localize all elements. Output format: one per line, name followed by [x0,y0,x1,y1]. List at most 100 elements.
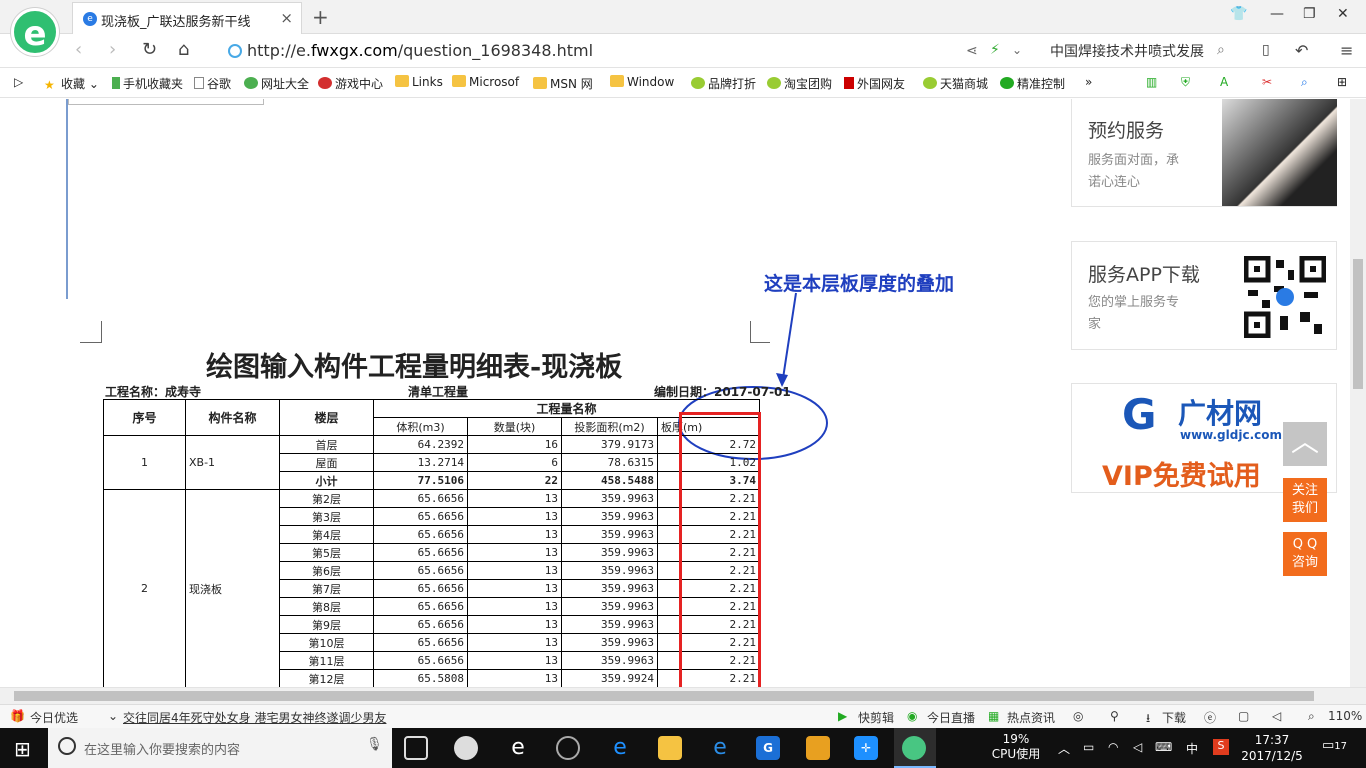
home-icon[interactable]: ⌂ [178,39,189,60]
bookmark-tmall[interactable]: 天猫商城 [923,75,988,92]
back-to-top-button[interactable]: ︿ [1283,422,1327,466]
notification-center-icon[interactable]: ▭17 [1322,738,1347,753]
area-cell: 359.9963 [561,561,658,580]
hot-news-link[interactable]: 热点资讯 [1007,709,1055,726]
battery-icon[interactable]: ▭ [1083,740,1094,754]
glodon-g-icon[interactable]: G [756,736,780,760]
pin-icon[interactable]: ⚲ [1110,709,1119,723]
forward-arrow-icon[interactable]: › [109,39,116,60]
tab-close-icon[interactable]: × [280,9,293,27]
tray-up-arrow-icon[interactable]: ︿ [1058,740,1070,757]
horizontal-scrollbar[interactable] [0,687,1366,704]
bookmark-precise[interactable]: 精准控制 [1000,75,1065,92]
volume-icon[interactable]: ◁ [1133,740,1142,754]
bookmark-windows[interactable]: Window [610,75,674,89]
share-icon[interactable]: ⋖ [966,43,978,59]
download-icon[interactable]: ⭳ [1146,709,1150,730]
bookmark-mobile[interactable]: 手机收藏夹 [112,75,183,92]
qq-consult-button[interactable]: Q Q 咨询 [1283,532,1327,576]
keyboard-icon[interactable]: ⌨ [1155,740,1172,754]
horizontal-scroll-thumb[interactable] [14,691,1314,701]
chat-icon [1000,77,1014,89]
sogou-icon[interactable]: S [1213,739,1229,755]
bookmark-foreign[interactable]: 外国网友 [844,75,905,92]
bookmark-taobao[interactable]: 淘宝团购 [767,75,832,92]
sound-icon[interactable]: ◁ [1272,709,1281,723]
vertical-scrollbar[interactable] [1350,99,1366,687]
cpu-meter[interactable]: 19% CPU使用 [986,732,1046,762]
count-cell: 13 [467,633,562,652]
apps-grid-icon[interactable]: ⊞ [1337,75,1347,89]
scissors-icon[interactable]: ✂ [1262,75,1272,89]
edge-icon[interactable]: e [608,736,632,760]
bookmark-games[interactable]: 游戏中心 [318,75,383,92]
close-window-button[interactable]: ✕ [1337,6,1349,22]
search-icon[interactable]: ⌕ [1301,75,1308,90]
new-tab-button[interactable]: + [312,5,329,29]
windows-start-icon[interactable]: ⊞ [14,737,31,761]
shield-icon[interactable]: ⛨ [1181,75,1190,90]
translate-icon[interactable]: A [1220,75,1228,89]
today-picks-link[interactable]: 今日优选 [30,709,78,726]
ime-indicator[interactable]: 中 [1186,740,1198,757]
download-link[interactable]: 下载 [1162,709,1186,726]
floor-cell: 第5层 [279,543,374,562]
more-bookmarks-icon[interactable]: » [1085,75,1092,89]
vertical-scroll-thumb[interactable] [1353,259,1363,389]
folder-icon [610,75,624,87]
live-link[interactable]: 今日直播 [927,709,975,726]
follow-us-button[interactable]: 关注 我们 [1283,478,1327,522]
search-input[interactable]: 中国焊接技术井喷式发展 [1050,41,1204,61]
clock[interactable]: 17:37 2017/12/5 [1236,732,1308,764]
back-arrow-icon[interactable]: ‹ [75,39,82,60]
zoom-icon[interactable]: ⌕ [1308,709,1315,724]
gift-icon[interactable]: 🎁 [10,709,25,723]
restore-button[interactable]: ❐ [1303,6,1316,22]
volume-cell: 13.2714 [373,453,468,472]
bookmark-sites[interactable]: 网址大全 [244,75,309,92]
swirl-app-icon[interactable] [556,736,580,760]
bookmark-google[interactable]: 谷歌 [194,75,231,92]
bookmark-msn[interactable]: MSN 网 [533,75,593,92]
browser-e-icon[interactable]: e [506,736,530,760]
window-icon[interactable]: ▢ [1238,709,1249,723]
search-icon[interactable]: ⌕ [1217,42,1225,58]
app-download-card[interactable]: 服务APP下载 您的掌上服务专 家 [1071,241,1337,350]
sidebar-toggle-icon[interactable]: ▷ [14,75,23,89]
minimize-button[interactable]: — [1270,6,1284,22]
speed-icon[interactable]: ◎ [1073,709,1083,723]
url-field[interactable]: http://e.fwxgx.com/question_1698348.html [247,41,593,60]
ie-icon[interactable]: ⓔ [1204,709,1216,726]
browser-tab[interactable]: e 现浇板_广联达服务新干线 × [72,2,302,34]
task-view-icon[interactable] [404,736,428,760]
chevron-down-icon[interactable]: ⌄ [108,709,118,723]
address-bar: ‹ › ↻ ⌂ http://e.fwxgx.com/question_1698… [0,34,1366,68]
folder-icon [533,77,547,89]
chevron-down-icon[interactable]: ⌄ [1012,43,1022,57]
taskbar-search-input[interactable]: 在这里输入你要搜索的内容 🎙 [48,728,392,768]
browser-logo-icon[interactable]: e [11,8,59,56]
file-explorer-icon[interactable] [658,736,682,760]
bookmark-favorites[interactable]: ★ 收藏 ⌄ [44,75,99,92]
zoom-level[interactable]: 110% [1328,709,1362,723]
book-icon[interactable]: ▥ [1146,75,1157,89]
bookmark-microsoft[interactable]: Microsof [452,75,519,89]
ie-icon[interactable]: e [708,736,732,760]
lightning-icon[interactable]: ⚡ [990,42,1000,58]
menu-icon[interactable]: ≡ [1340,41,1353,60]
news-ticker-link[interactable]: 交往同居4年死守处女身 港宅男女神终遂调少男友 [123,709,386,726]
undo-icon[interactable]: ↶ [1295,41,1308,60]
microphone-icon[interactable]: 🎙 [366,737,383,752]
fan-app-icon[interactable] [454,736,478,760]
shirt-icon[interactable]: 👕 [1230,6,1247,22]
bookmark-links[interactable]: Links [395,75,443,89]
appointment-card[interactable]: 预约服务 服务面对面，承 诺心连心 [1071,99,1337,207]
quick-cut-link[interactable]: 快剪辑 [858,709,894,726]
refresh-icon[interactable]: ↻ [142,39,157,60]
bookmark-brand[interactable]: 品牌打折 [691,75,756,92]
cross-app-icon[interactable]: ✛ [854,736,878,760]
ad-slogan: VIP免费试用 [1102,461,1261,492]
wifi-icon[interactable]: ◠ [1108,740,1118,754]
notepad-icon[interactable] [806,736,830,760]
phone-icon[interactable]: ▯ [1262,42,1270,58]
